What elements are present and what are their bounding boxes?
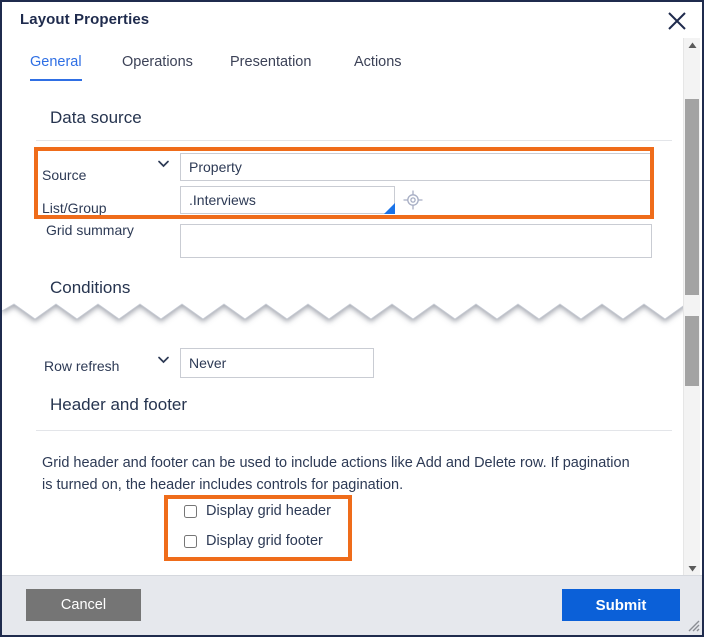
display-grid-footer-row[interactable]: Display grid footer bbox=[184, 533, 323, 549]
crosshair-target-icon[interactable] bbox=[402, 189, 424, 216]
list-group-input[interactable] bbox=[180, 186, 395, 214]
display-grid-footer-checkbox[interactable] bbox=[184, 534, 197, 548]
layout-properties-dialog: Layout Properties General Operations Pre… bbox=[0, 0, 704, 637]
list-group-label: List/Group bbox=[42, 200, 107, 216]
display-grid-header-row[interactable]: Display grid header bbox=[184, 503, 331, 519]
scrollbar-thumb-upper[interactable] bbox=[685, 99, 699, 295]
content-tear-divider bbox=[2, 297, 686, 331]
page-title: Layout Properties bbox=[20, 11, 150, 28]
cancel-button[interactable]: Cancel bbox=[26, 589, 141, 621]
row-refresh-label: Row refresh bbox=[44, 358, 120, 374]
source-label: Source bbox=[42, 167, 87, 183]
section-divider-header-footer bbox=[36, 430, 672, 431]
display-grid-header-checkbox[interactable] bbox=[184, 504, 197, 518]
submit-button[interactable]: Submit bbox=[562, 589, 680, 621]
row-refresh-select[interactable]: Never bbox=[180, 348, 374, 378]
chevron-down-icon[interactable] bbox=[684, 559, 700, 576]
resize-grip-icon[interactable] bbox=[686, 618, 700, 632]
chevron-up-icon[interactable] bbox=[684, 38, 700, 55]
scrollbar-thumb-lower[interactable] bbox=[685, 316, 699, 386]
vertical-scrollbar[interactable] bbox=[683, 38, 700, 576]
tab-presentation[interactable]: Presentation bbox=[230, 54, 311, 79]
dialog-titlebar: Layout Properties bbox=[2, 2, 702, 40]
tab-general[interactable]: General bbox=[30, 54, 82, 81]
tab-bar: General Operations Presentation Actions bbox=[2, 54, 686, 88]
chevron-down-icon bbox=[157, 353, 170, 371]
close-icon[interactable] bbox=[660, 5, 694, 37]
header-footer-description: Grid header and footer can be used to in… bbox=[42, 455, 630, 493]
grid-summary-label: Grid summary bbox=[46, 222, 134, 238]
grid-summary-input[interactable] bbox=[180, 224, 652, 258]
source-select[interactable]: Property bbox=[180, 153, 652, 181]
section-heading-data-source: Data source bbox=[50, 108, 142, 127]
section-divider-data-source bbox=[36, 140, 672, 141]
section-heading-header-footer: Header and footer bbox=[50, 395, 188, 414]
display-grid-header-label[interactable]: Display grid header bbox=[206, 503, 331, 519]
section-heading-conditions: Conditions bbox=[50, 278, 131, 297]
chevron-down-icon bbox=[157, 157, 170, 175]
display-grid-footer-label[interactable]: Display grid footer bbox=[206, 533, 323, 549]
dialog-footer: Cancel Submit bbox=[2, 575, 702, 635]
dialog-content-area: Data source Source Property List/Group G… bbox=[2, 92, 686, 576]
tab-actions[interactable]: Actions bbox=[354, 54, 402, 79]
tab-operations[interactable]: Operations bbox=[122, 54, 193, 79]
